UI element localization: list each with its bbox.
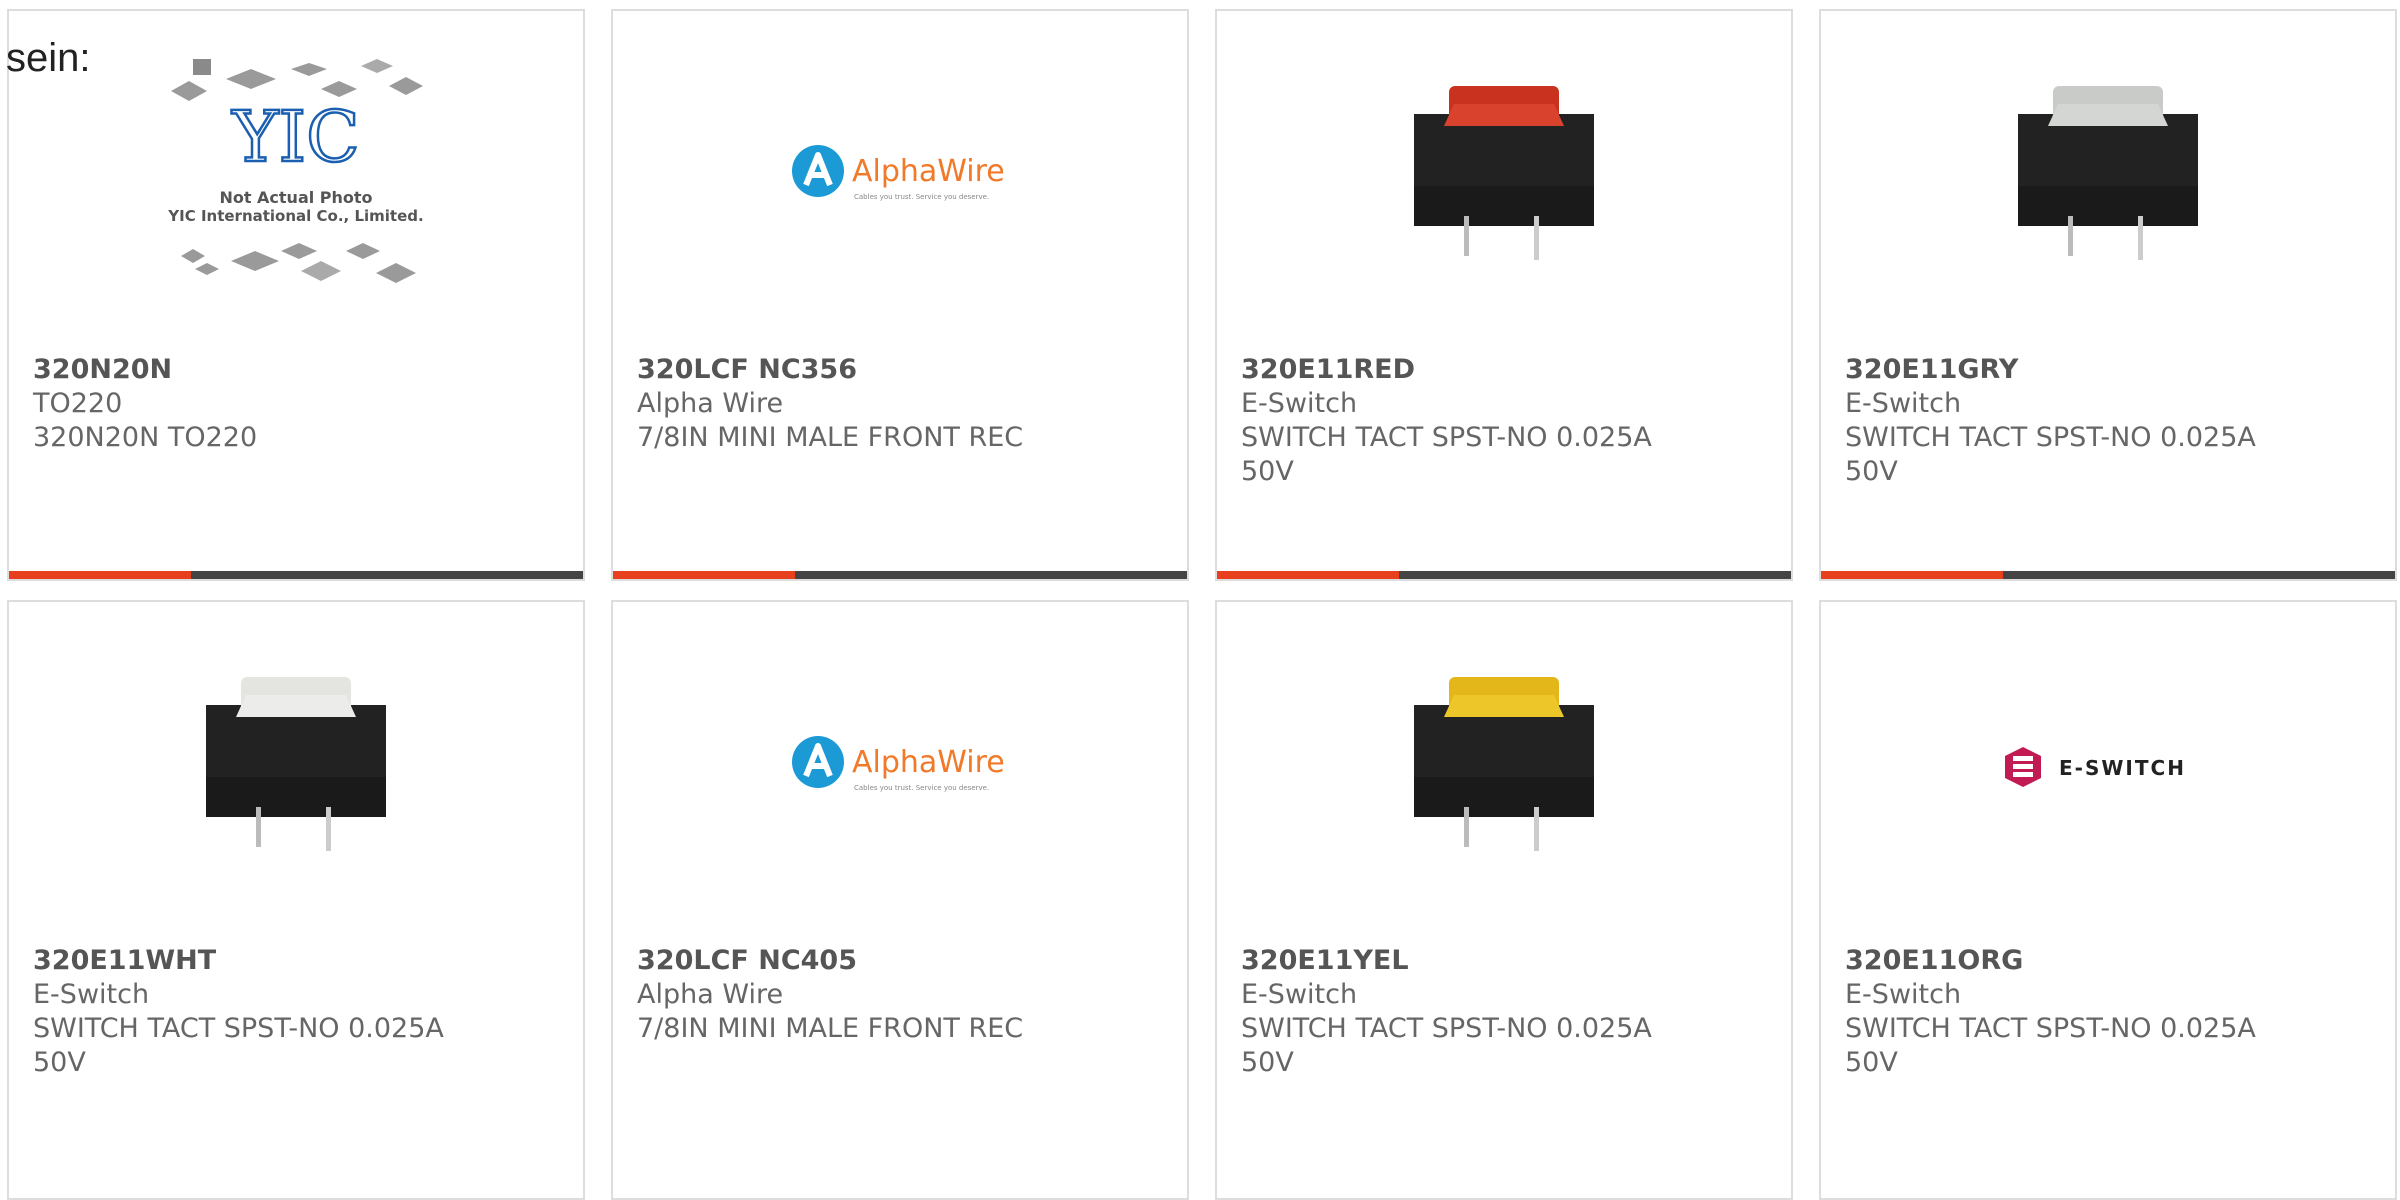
description: SWITCH TACT SPST-NO 0.025A	[1845, 1013, 2256, 1044]
manufacturer: E-Switch	[1241, 979, 1358, 1010]
svg-text:E-SWITCH: E-SWITCH	[2059, 756, 2186, 780]
svg-text:YIC International Co., Limited: YIC International Co., Limited.	[167, 207, 423, 225]
alphawire-logo-icon: AlphaWire Cables you trust. Service you …	[792, 145, 1005, 201]
product-grid: YIC Not Actual Photo YIC International C…	[0, 0, 2400, 1200]
part-number-link[interactable]: 320E11WHT	[33, 944, 563, 978]
product-image[interactable]: AlphaWire Cables you trust. Service you …	[613, 11, 1187, 341]
description: SWITCH TACT SPST-NO 0.025A	[1241, 1013, 1652, 1044]
description: SWITCH TACT SPST-NO 0.025A	[1845, 422, 2256, 453]
manufacturer: TO220	[33, 388, 123, 419]
svg-text:AlphaWire: AlphaWire	[852, 745, 1005, 780]
product-info: 320E11RED E-Switch SWITCH TACT SPST-NO 0…	[1241, 353, 1771, 489]
manufacturer: E-Switch	[1241, 388, 1358, 419]
product-card[interactable]: 320E11RED E-Switch SWITCH TACT SPST-NO 0…	[1215, 9, 1793, 581]
product-info: 320E11GRY E-Switch SWITCH TACT SPST-NO 0…	[1845, 353, 2375, 489]
product-card[interactable]: 320E11YEL E-Switch SWITCH TACT SPST-NO 0…	[1215, 600, 1793, 1200]
product-info: 320E11ORG E-Switch SWITCH TACT SPST-NO 0…	[1845, 944, 2375, 1080]
description-2: 50V	[1845, 1047, 1898, 1078]
part-number-link[interactable]: 320LCF NC405	[637, 944, 1167, 978]
product-image[interactable]: E-SWITCH	[1821, 602, 2395, 932]
product-card[interactable]: AlphaWire Cables you trust. Service you …	[611, 9, 1189, 581]
product-image[interactable]	[1217, 11, 1791, 341]
svg-text:Cables you trust. Service you: Cables you trust. Service you deserve.	[854, 193, 989, 201]
card-accent-bar	[1821, 571, 2395, 579]
product-image[interactable]	[9, 602, 583, 932]
product-image[interactable]: YIC Not Actual Photo YIC International C…	[9, 11, 583, 341]
description: SWITCH TACT SPST-NO 0.025A	[33, 1013, 444, 1044]
card-accent-bar	[613, 571, 1187, 579]
description-2: 50V	[1845, 456, 1898, 487]
product-image[interactable]: AlphaWire Cables you trust. Service you …	[613, 602, 1187, 932]
description: SWITCH TACT SPST-NO 0.025A	[1241, 422, 1652, 453]
manufacturer: E-Switch	[1845, 979, 1962, 1010]
product-card[interactable]: AlphaWire Cables you trust. Service you …	[611, 600, 1189, 1200]
part-number-link[interactable]: 320E11GRY	[1845, 353, 2375, 387]
card-accent-bar	[1217, 571, 1791, 579]
part-number-link[interactable]: 320E11YEL	[1241, 944, 1771, 978]
product-info: 320E11WHT E-Switch SWITCH TACT SPST-NO 0…	[33, 944, 563, 1080]
description-2: 50V	[33, 1047, 86, 1078]
tact-switch-yellow-icon	[1414, 677, 1594, 851]
product-card[interactable]: YIC Not Actual Photo YIC International C…	[7, 9, 585, 581]
part-number-link[interactable]: 320N20N	[33, 353, 563, 387]
manufacturer: E-Switch	[1845, 388, 1962, 419]
description: 320N20N TO220	[33, 422, 258, 453]
description: 7/8IN MINI MALE FRONT REC	[637, 422, 1024, 453]
product-info: 320LCF NC405 Alpha Wire 7/8IN MINI MALE …	[637, 944, 1167, 1046]
description-2: 50V	[1241, 456, 1294, 487]
card-accent-bar	[9, 571, 583, 579]
description-2: 50V	[1241, 1047, 1294, 1078]
intro-text: sein:	[6, 36, 91, 80]
product-info: 320N20N TO220 320N20N TO220	[33, 353, 563, 455]
svg-text:AlphaWire: AlphaWire	[852, 154, 1005, 189]
part-number-link[interactable]: 320LCF NC356	[637, 353, 1167, 387]
manufacturer: E-Switch	[33, 979, 150, 1010]
product-info: 320E11YEL E-Switch SWITCH TACT SPST-NO 0…	[1241, 944, 1771, 1080]
part-number-link[interactable]: 320E11ORG	[1845, 944, 2375, 978]
manufacturer: Alpha Wire	[637, 979, 784, 1010]
product-info: 320LCF NC356 Alpha Wire 7/8IN MINI MALE …	[637, 353, 1167, 455]
description: 7/8IN MINI MALE FRONT REC	[637, 1013, 1024, 1044]
product-card[interactable]: 320E11WHT E-Switch SWITCH TACT SPST-NO 0…	[7, 600, 585, 1200]
tact-switch-gray-icon	[2018, 86, 2198, 260]
tact-switch-red-icon	[1414, 86, 1594, 260]
alphawire-logo-icon: AlphaWire Cables you trust. Service you …	[792, 736, 1005, 792]
eswitch-logo-icon: E-SWITCH	[2005, 747, 2186, 787]
product-image[interactable]	[1217, 602, 1791, 932]
manufacturer: Alpha Wire	[637, 388, 784, 419]
not-actual-photo-image: YIC Not Actual Photo YIC International C…	[167, 59, 424, 283]
part-number-link[interactable]: 320E11RED	[1241, 353, 1771, 387]
svg-text:Cables you trust. Service you: Cables you trust. Service you deserve.	[854, 784, 989, 792]
product-image[interactable]	[1821, 11, 2395, 341]
product-card[interactable]: E-SWITCH 320E11ORG E-Switch SWITCH TACT …	[1819, 600, 2397, 1200]
tact-switch-white-icon	[206, 677, 386, 851]
yic-logo-icon: YIC	[231, 96, 359, 178]
svg-text:Not Actual Photo: Not Actual Photo	[219, 188, 372, 207]
product-card[interactable]: 320E11GRY E-Switch SWITCH TACT SPST-NO 0…	[1819, 9, 2397, 581]
